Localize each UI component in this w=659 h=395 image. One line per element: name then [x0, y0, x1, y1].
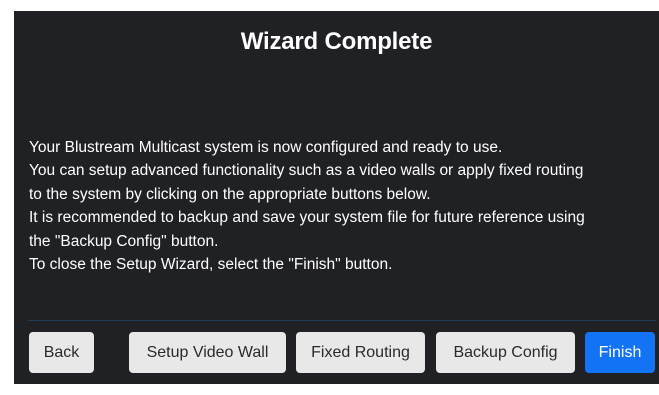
wizard-complete-dialog: Wizard Complete Your Blustream Multicast… — [14, 11, 659, 384]
message-line: the "Backup Config" button. — [29, 232, 219, 250]
completion-message: Your Blustream Multicast system is now c… — [29, 136, 654, 276]
message-line: to the system by clicking on the appropr… — [29, 185, 431, 203]
back-button[interactable]: Back — [29, 332, 94, 373]
backup-config-button[interactable]: Backup Config — [436, 332, 575, 373]
footer-divider — [28, 320, 656, 321]
dialog-title: Wizard Complete — [240, 28, 433, 55]
fixed-routing-button[interactable]: Fixed Routing — [296, 332, 425, 373]
setup-video-wall-button[interactable]: Setup Video Wall — [129, 332, 286, 373]
message-line: You can setup advanced functionality suc… — [29, 162, 584, 180]
finish-button[interactable]: Finish — [585, 332, 655, 373]
message-line: To close the Setup Wizard, select the "F… — [29, 256, 393, 274]
message-line: Your Blustream Multicast system is now c… — [29, 139, 503, 156]
message-line: It is recommended to backup and save you… — [29, 209, 585, 227]
